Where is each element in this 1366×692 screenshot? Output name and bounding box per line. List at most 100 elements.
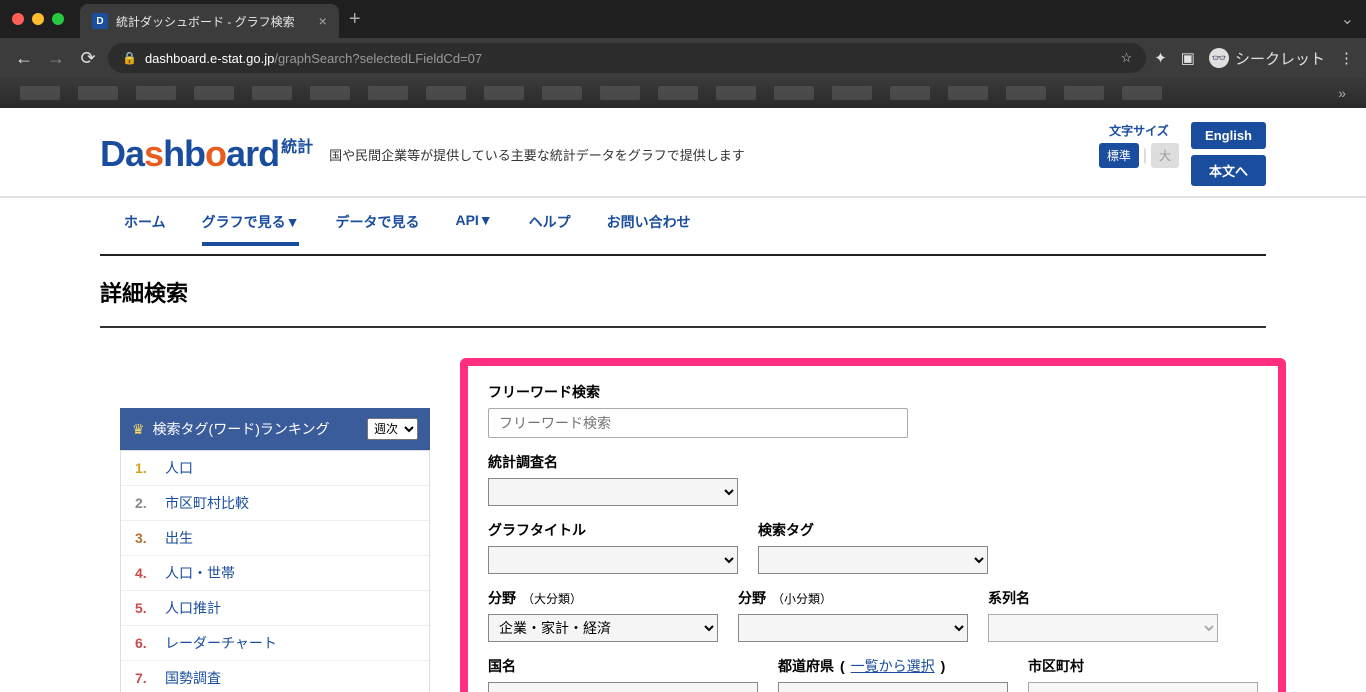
series-select [988, 614, 1218, 642]
extensions-icon[interactable]: ✦ [1154, 49, 1167, 67]
survey-group: 統計調査名 [488, 452, 1258, 506]
titlebar: D 統計ダッシュボード - グラフ検索 × + ⌄ [0, 0, 1366, 38]
bookmark-item[interactable] [78, 86, 118, 100]
bookmark-item[interactable] [136, 86, 176, 100]
address-bar[interactable]: 🔒 dashboard.e-stat.go.jp /graphSearch?se… [108, 43, 1146, 73]
graph-title-select[interactable] [488, 546, 738, 574]
incognito-indicator: 👓 シークレット [1209, 48, 1325, 69]
freeword-label: フリーワード検索 [488, 382, 1258, 402]
bookmark-item[interactable] [1006, 86, 1046, 100]
ranking-title: 検索タグ(ワード)ランキング [153, 419, 330, 439]
field-major-select[interactable]: 企業・家計・経済 [488, 614, 718, 642]
tab-title: 統計ダッシュボード - グラフ検索 [116, 13, 295, 30]
nav-api[interactable]: API▼ [455, 212, 492, 244]
font-normal-button[interactable]: 標準 [1099, 143, 1139, 168]
back-button[interactable]: ← [12, 48, 36, 69]
bookmark-item[interactable] [426, 86, 466, 100]
crown-icon: ♛ [132, 421, 145, 438]
bookmark-item[interactable] [774, 86, 814, 100]
favicon-icon: D [92, 13, 108, 29]
freeword-group: フリーワード検索 [488, 382, 1258, 438]
bookmark-item[interactable] [716, 86, 756, 100]
incognito-icon: 👓 [1209, 48, 1229, 68]
page-content: Dashboard 統計 国や民間企業等が提供している主要な統計データをグラフで… [0, 108, 1366, 692]
nav-graph[interactable]: グラフで見る▼ [202, 212, 300, 246]
incognito-label: シークレット [1235, 48, 1325, 69]
font-large-button[interactable]: 大 [1151, 143, 1179, 168]
ranking-item[interactable]: 4.人口・世帯 [121, 556, 429, 591]
ranking-list: 1.人口 2.市区町村比較 3.出生 4.人口・世帯 5.人口推計 6.レーダー… [120, 450, 430, 692]
font-size-control: 文字サイズ 標準 | 大 [1099, 122, 1179, 168]
page-title: 詳細検索 [100, 276, 1266, 328]
tab-close-icon[interactable]: × [319, 13, 327, 29]
forward-button[interactable]: → [44, 48, 68, 69]
bookmarks-overflow-icon[interactable]: » [1338, 85, 1346, 101]
ranking-item[interactable]: 3.出生 [121, 521, 429, 556]
url-host: dashboard.e-stat.go.jp [145, 51, 274, 66]
prefecture-label: 都道府県 (一覧から選択) [778, 656, 1008, 676]
survey-select[interactable] [488, 478, 738, 506]
bookmark-item[interactable] [484, 86, 524, 100]
freeword-input[interactable] [488, 408, 908, 438]
lock-icon: 🔒 [122, 51, 137, 65]
window-controls [12, 13, 64, 25]
bookmark-star-icon[interactable]: ☆ [1121, 50, 1133, 66]
bookmark-item[interactable] [252, 86, 292, 100]
bookmark-item[interactable] [368, 86, 408, 100]
municipality-label: 市区町村 [1028, 656, 1258, 676]
search-tag-select[interactable] [758, 546, 988, 574]
field-major-label: 分野（大分類） [488, 588, 718, 608]
browser-tab[interactable]: D 統計ダッシュボード - グラフ検索 × [80, 4, 339, 38]
prefecture-list-link[interactable]: 一覧から選択 [851, 656, 935, 676]
country-select[interactable] [488, 682, 758, 692]
panel-icon[interactable]: ▣ [1181, 49, 1195, 67]
new-tab-button[interactable]: + [349, 8, 361, 31]
bookmark-item[interactable] [310, 86, 350, 100]
reload-button[interactable]: ⟳ [76, 48, 100, 69]
bookmark-item[interactable] [1064, 86, 1104, 100]
prefecture-select[interactable] [778, 682, 1008, 692]
nav-data[interactable]: データで見る [335, 212, 419, 244]
logo-subtitle: 統計 [281, 133, 313, 157]
bookmark-item[interactable] [832, 86, 872, 100]
main-nav-wrap: ホーム グラフで見る▼ データで見る API▼ ヘルプ お問い合わせ [0, 198, 1366, 256]
tabs-dropdown-icon[interactable]: ⌄ [1341, 9, 1354, 29]
minimize-window-button[interactable] [32, 13, 44, 25]
ranking-period-select[interactable]: 週次 [367, 418, 418, 440]
municipality-select [1028, 682, 1258, 692]
bookmark-item[interactable] [948, 86, 988, 100]
bookmark-item[interactable] [600, 86, 640, 100]
ranking-item[interactable]: 6.レーダーチャート [121, 626, 429, 661]
site-logo[interactable]: Dashboard 統計 [100, 133, 313, 175]
ranking-item[interactable]: 2.市区町村比較 [121, 486, 429, 521]
menu-icon[interactable]: ⋮ [1339, 49, 1354, 67]
bookmark-item[interactable] [20, 86, 60, 100]
ranking-item[interactable]: 1.人口 [121, 451, 429, 486]
nav-help[interactable]: ヘルプ [529, 212, 571, 244]
font-size-label: 文字サイズ [1099, 122, 1179, 139]
bookmark-item[interactable] [890, 86, 930, 100]
page-title-section: 詳細検索 [0, 256, 1366, 338]
bookmark-item[interactable] [1122, 86, 1162, 100]
field-minor-select[interactable] [738, 614, 968, 642]
site-header: Dashboard 統計 国や民間企業等が提供している主要な統計データをグラフで… [0, 108, 1366, 198]
ranking-header: ♛ 検索タグ(ワード)ランキング 週次 [120, 408, 430, 450]
header-controls: 文字サイズ 標準 | 大 English 本文へ [1099, 122, 1266, 186]
ranking-item[interactable]: 5.人口推計 [121, 591, 429, 626]
content-area: ♛ 検索タグ(ワード)ランキング 週次 1.人口 2.市区町村比較 3.出生 4… [0, 338, 1366, 692]
series-label: 系列名 [988, 588, 1218, 608]
survey-label: 統計調査名 [488, 452, 1258, 472]
graph-title-label: グラフタイトル [488, 520, 738, 540]
search-tag-label: 検索タグ [758, 520, 988, 540]
english-button[interactable]: English [1191, 122, 1266, 149]
bookmark-item[interactable] [194, 86, 234, 100]
nav-home[interactable]: ホーム [124, 212, 166, 244]
to-main-button[interactable]: 本文へ [1191, 155, 1266, 186]
ranking-sidebar: ♛ 検索タグ(ワード)ランキング 週次 1.人口 2.市区町村比較 3.出生 4… [120, 408, 430, 692]
ranking-item[interactable]: 7.国勢調査 [121, 661, 429, 692]
close-window-button[interactable] [12, 13, 24, 25]
nav-contact[interactable]: お問い合わせ [607, 212, 691, 244]
bookmark-item[interactable] [658, 86, 698, 100]
bookmark-item[interactable] [542, 86, 582, 100]
maximize-window-button[interactable] [52, 13, 64, 25]
